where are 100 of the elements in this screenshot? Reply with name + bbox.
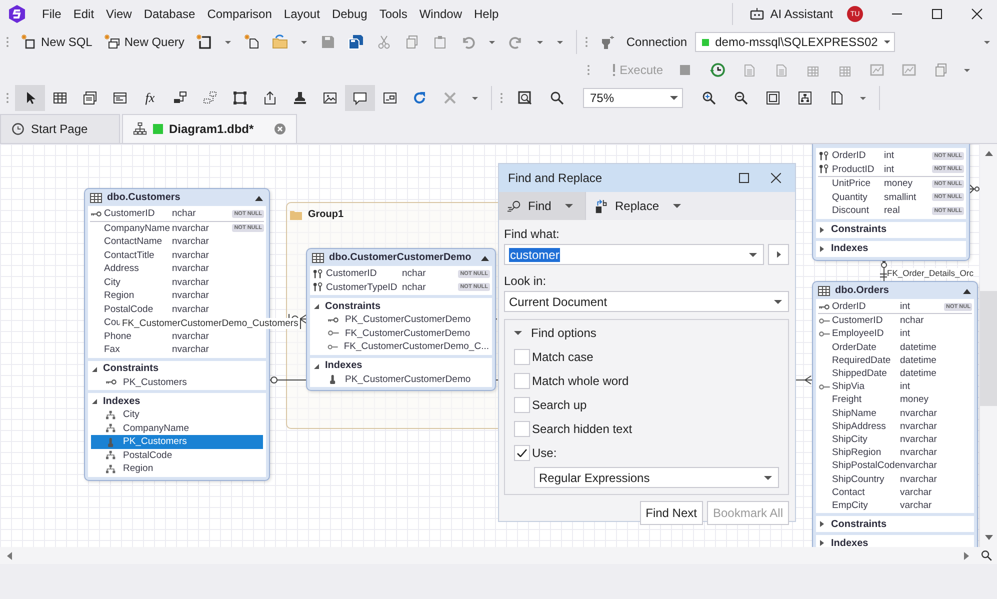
new-sql-button[interactable]: New SQL xyxy=(15,34,98,50)
column-type: nvarchar xyxy=(172,236,210,248)
table-entity[interactable] xyxy=(812,281,978,547)
maximize-icon[interactable] xyxy=(931,8,943,20)
scroll-left-icon[interactable] xyxy=(6,552,12,560)
option-label: Search up xyxy=(532,398,587,412)
document-tab[interactable]: Diagram1.dbd* xyxy=(122,114,297,143)
search-icon[interactable] xyxy=(549,90,565,106)
checkbox[interactable] xyxy=(514,373,530,389)
toolbar-grip[interactable] xyxy=(500,91,503,105)
menu-item[interactable]: Database xyxy=(138,7,202,21)
list-item[interactable]: City xyxy=(91,408,263,422)
frame-icon[interactable] xyxy=(765,90,781,106)
replace-tab[interactable]: Replace xyxy=(586,192,690,220)
tool-button[interactable] xyxy=(15,85,45,111)
column-name: ContactName xyxy=(104,236,164,248)
tool-button[interactable] xyxy=(345,85,375,111)
close-icon[interactable] xyxy=(771,173,781,183)
save-all-icon[interactable] xyxy=(348,34,364,50)
expanded-arrow-icon[interactable] xyxy=(91,398,97,404)
menu-item[interactable]: Window xyxy=(413,7,468,21)
list-item[interactable]: PK_Customers xyxy=(91,435,263,448)
star-page-icon[interactable] xyxy=(244,34,260,50)
function-tool-button[interactable]: fx xyxy=(135,85,165,111)
option-label: Match case xyxy=(532,350,594,364)
menu-item[interactable]: Comparison xyxy=(201,7,278,21)
history-icon[interactable] xyxy=(709,62,725,78)
list-item[interactable]: CompanyName xyxy=(91,422,263,435)
column-type: nvarchar xyxy=(900,447,938,458)
toolbar-grip[interactable] xyxy=(6,91,9,105)
find-tab[interactable]: Find xyxy=(499,192,586,220)
collapse-icon[interactable] xyxy=(481,254,489,260)
list-item[interactable]: Region xyxy=(91,462,263,476)
caret-icon[interactable] xyxy=(565,204,574,208)
collapsed-arrow-icon[interactable] xyxy=(819,246,825,252)
open-folder-icon[interactable] xyxy=(272,34,288,50)
list-item[interactable]: FK_CustomerCustomerDemo_C... xyxy=(313,340,489,354)
toolbar-grip[interactable] xyxy=(586,63,590,77)
collapsed-arrow-icon[interactable] xyxy=(819,540,825,546)
column-type: nvarchar xyxy=(172,222,210,234)
table-entity[interactable] xyxy=(306,248,496,391)
list-item[interactable]: PK_CustomerCustomerDemo xyxy=(313,313,489,326)
caret-icon[interactable] xyxy=(673,204,682,208)
vertical-scrollbar[interactable] xyxy=(980,144,997,547)
collapsed-arrow-icon[interactable] xyxy=(819,521,825,527)
checkbox[interactable] xyxy=(514,397,530,413)
plug-icon[interactable] xyxy=(600,34,616,50)
double-key-icon xyxy=(818,164,830,174)
caret-icon[interactable] xyxy=(749,252,757,256)
find-next-button[interactable]: Find Next xyxy=(640,501,703,525)
menu-item[interactable]: Edit xyxy=(67,7,100,21)
list-item[interactable]: FK_CustomerCustomerDemo xyxy=(313,326,489,340)
zoom-out-icon[interactable] xyxy=(733,90,749,106)
search-icon[interactable] xyxy=(980,549,993,562)
toolbar-grip[interactable] xyxy=(6,35,9,49)
toolbar-grip[interactable] xyxy=(585,35,588,49)
collapse-icon[interactable] xyxy=(963,288,971,294)
star-frame-icon[interactable] xyxy=(196,34,212,50)
look-in-dropdown[interactable]: Current Document xyxy=(504,291,789,312)
expanded-arrow-icon[interactable] xyxy=(313,303,319,309)
zoom-dropdown[interactable]: 75% xyxy=(583,88,683,108)
zoom-in-icon[interactable] xyxy=(701,90,717,106)
expanded-arrow-icon[interactable] xyxy=(91,366,97,372)
maximize-icon[interactable] xyxy=(739,173,749,183)
foreign-key-icon xyxy=(327,342,338,352)
document-tab[interactable]: Start Page xyxy=(0,114,120,143)
list-item[interactable]: PK_CustomerCustomerDemo xyxy=(313,372,489,386)
foreign-key-icon xyxy=(818,316,830,326)
menu-item[interactable]: File xyxy=(36,7,68,21)
menu-item[interactable]: View xyxy=(100,7,138,21)
menu-item[interactable]: Tools xyxy=(373,7,414,21)
collapse-icon[interactable] xyxy=(255,194,263,200)
page-icon[interactable] xyxy=(829,90,845,106)
ai-assistant-button[interactable]: AI Assistant xyxy=(741,6,841,22)
checkbox[interactable] xyxy=(514,421,530,437)
close-icon[interactable] xyxy=(971,8,983,20)
comment-icon xyxy=(352,90,368,106)
scroll-down-icon[interactable] xyxy=(984,535,992,541)
stamp-icon xyxy=(292,90,308,106)
checkbox[interactable] xyxy=(514,349,530,365)
horizontal-scrollbar[interactable] xyxy=(0,547,997,564)
expand-button[interactable] xyxy=(768,244,789,265)
zoom-fit-icon[interactable] xyxy=(517,90,533,106)
find-what-field[interactable]: customer xyxy=(504,244,764,265)
connection-dropdown[interactable]: demo-mssql\SQLEXPRESS02 xyxy=(695,32,896,52)
tree-icon[interactable] xyxy=(797,90,813,106)
new-query-button[interactable]: New Query xyxy=(98,34,190,50)
list-item[interactable]: PK_Customers xyxy=(91,376,263,389)
menu-item[interactable]: Layout xyxy=(278,7,326,21)
expanded-arrow-icon[interactable] xyxy=(313,362,319,368)
menu-item[interactable]: Help xyxy=(468,7,505,21)
scroll-up-icon[interactable] xyxy=(984,150,992,156)
checkbox[interactable] xyxy=(514,445,530,461)
use-dropdown[interactable]: Regular Expressions xyxy=(534,467,779,488)
expanded-arrow-icon[interactable] xyxy=(514,329,522,337)
collapsed-arrow-icon[interactable] xyxy=(819,226,825,232)
scroll-right-icon[interactable] xyxy=(964,552,970,560)
scroll-thumb[interactable] xyxy=(980,291,997,406)
menu-item[interactable]: Debug xyxy=(326,7,374,21)
list-item[interactable]: PostalCode xyxy=(91,448,263,462)
